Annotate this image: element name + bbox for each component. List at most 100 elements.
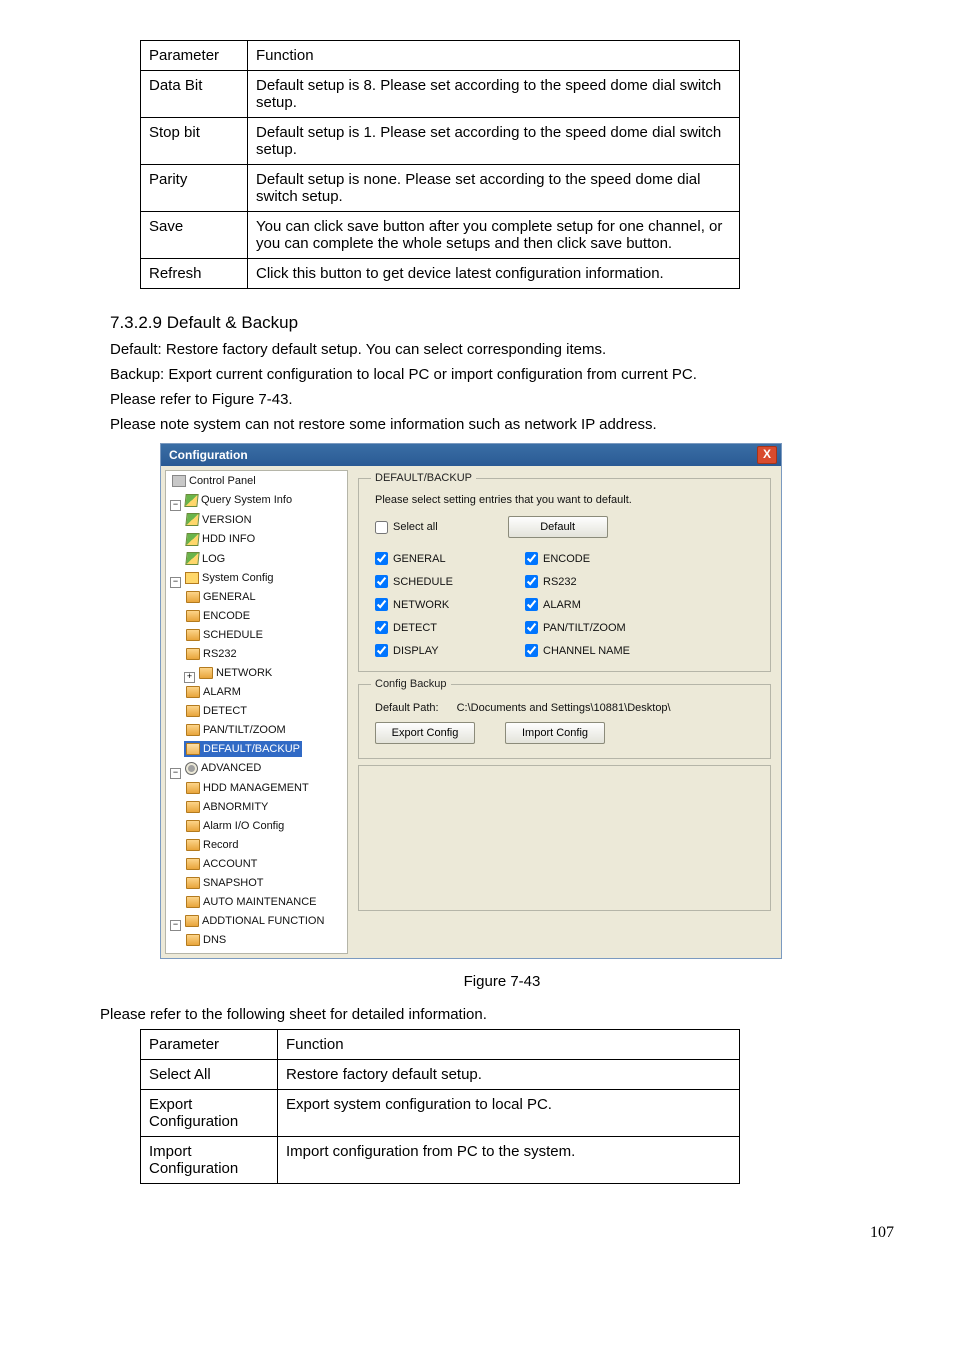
parameter-table-2: Parameter Function Select AllRestore fac… <box>140 1029 740 1184</box>
tree-snapshot[interactable]: SNAPSHOT <box>184 875 266 891</box>
default-button[interactable]: Default <box>508 516 608 538</box>
col-function: Function <box>248 41 740 71</box>
tree-dns[interactable]: DNS <box>184 932 228 948</box>
tree-hdd-management[interactable]: HDD MANAGEMENT <box>184 780 311 796</box>
close-button[interactable]: X <box>757 446 777 464</box>
default-backup-group: DEFAULT/BACKUP Please select setting ent… <box>358 472 771 672</box>
window-title: Configuration <box>169 448 248 462</box>
tree-record[interactable]: Record <box>184 837 240 853</box>
folder-open-icon <box>186 743 200 755</box>
section-heading: 7.3.2.9 Default & Backup <box>110 313 894 333</box>
window-titlebar: Configuration X <box>161 444 781 466</box>
configuration-window: Configuration X Control Panel −Query Sys… <box>160 443 782 959</box>
default-path-label: Default Path: <box>375 702 439 714</box>
folder-icon <box>186 877 200 889</box>
group-title: Config Backup <box>371 678 451 690</box>
tree-encode[interactable]: ENCODE <box>184 608 252 624</box>
tree-alarm[interactable]: ALARM <box>184 684 243 700</box>
tree-ptz[interactable]: PAN/TILT/ZOOM <box>184 722 288 738</box>
table-row: RefreshClick this button to get device l… <box>141 259 740 289</box>
check-detect[interactable]: DETECT <box>375 621 525 634</box>
table-row: Data BitDefault setup is 8. Please set a… <box>141 71 740 118</box>
folder-icon <box>186 648 200 660</box>
tree-detect[interactable]: DETECT <box>184 703 249 719</box>
folder-icon <box>186 610 200 622</box>
export-config-button[interactable]: Export Config <box>375 722 475 744</box>
folder-icon <box>186 820 200 832</box>
instruction-text: Please select setting entries that you w… <box>375 494 758 506</box>
tree-rs232[interactable]: RS232 <box>184 646 239 662</box>
tree-general[interactable]: GENERAL <box>184 589 258 605</box>
tree-hdd-info[interactable]: HDD INFO <box>184 531 257 547</box>
import-config-button[interactable]: Import Config <box>505 722 605 744</box>
check-general[interactable]: GENERAL <box>375 552 525 565</box>
config-backup-group: Config Backup Default Path: C:\Documents… <box>358 678 771 759</box>
folder-icon <box>186 801 200 813</box>
pencil-icon <box>185 552 199 565</box>
table-row: Stop bitDefault setup is 1. Please set a… <box>141 118 740 165</box>
folder-icon <box>186 896 200 908</box>
table-row: SaveYou can click save button after you … <box>141 212 740 259</box>
folder-icon <box>186 724 200 736</box>
folder-icon <box>186 591 200 603</box>
tree-additional-function[interactable]: ADDTIONAL FUNCTION <box>183 913 326 929</box>
folder-icon <box>185 915 199 927</box>
navigation-tree: Control Panel −Query System Info VERSION… <box>165 470 348 954</box>
tree-default-backup[interactable]: DEFAULT/BACKUP <box>184 741 302 757</box>
expand-icon[interactable]: − <box>170 768 181 779</box>
tree-control-panel[interactable]: Control Panel <box>170 473 258 489</box>
empty-group <box>358 765 771 911</box>
body-text: Backup: Export current configuration to … <box>110 364 894 385</box>
parameter-table-1: Parameter Function Data BitDefault setup… <box>140 40 740 289</box>
check-rs232[interactable]: RS232 <box>525 575 705 588</box>
tree-system-config[interactable]: System Config <box>183 570 276 586</box>
check-encode[interactable]: ENCODE <box>525 552 705 565</box>
pencil-icon <box>185 513 199 526</box>
gear-icon <box>185 762 198 775</box>
select-all-input[interactable] <box>375 521 388 534</box>
tree-alarm-io-config[interactable]: Alarm I/O Config <box>184 818 286 834</box>
body-text: Please note system can not restore some … <box>110 414 894 435</box>
col-function: Function <box>278 1029 740 1059</box>
table-row: Export ConfigurationExport system config… <box>141 1089 740 1136</box>
tree-version[interactable]: VERSION <box>184 512 254 528</box>
content-pane: DEFAULT/BACKUP Please select setting ent… <box>352 466 781 958</box>
select-all-checkbox[interactable]: Select all <box>375 521 438 534</box>
check-network[interactable]: NETWORK <box>375 598 525 611</box>
expand-icon[interactable]: − <box>170 577 181 588</box>
expand-icon[interactable]: + <box>184 672 195 683</box>
folder-icon <box>199 667 213 679</box>
group-title: DEFAULT/BACKUP <box>371 472 476 484</box>
folder-icon <box>186 686 200 698</box>
panel-icon <box>172 475 186 487</box>
tree-query-system-info[interactable]: Query System Info <box>183 492 294 508</box>
tree-account[interactable]: ACCOUNT <box>184 856 259 872</box>
check-display[interactable]: DISPLAY <box>375 644 525 657</box>
body-text: Please refer to the following sheet for … <box>100 1004 894 1025</box>
tree-advanced[interactable]: ADVANCED <box>183 760 263 776</box>
body-text: Please refer to Figure 7-43. <box>110 389 894 410</box>
tree-log[interactable]: LOG <box>184 551 227 567</box>
table-row: Import ConfigurationImport configuration… <box>141 1136 740 1183</box>
folder-icon <box>186 858 200 870</box>
folder-icon <box>186 705 200 717</box>
folder-icon <box>186 629 200 641</box>
folder-icon <box>186 934 200 946</box>
tree-schedule[interactable]: SCHEDULE <box>184 627 265 643</box>
check-alarm[interactable]: ALARM <box>525 598 705 611</box>
default-path-value: C:\Documents and Settings\10881\Desktop\ <box>457 702 671 714</box>
figure-caption: Figure 7-43 <box>110 973 894 990</box>
check-schedule[interactable]: SCHEDULE <box>375 575 525 588</box>
expand-icon[interactable]: − <box>170 500 181 511</box>
body-text: Default: Restore factory default setup. … <box>110 339 894 360</box>
check-channel-name[interactable]: CHANNEL NAME <box>525 644 705 657</box>
table-row: ParityDefault setup is none. Please set … <box>141 165 740 212</box>
expand-icon[interactable]: − <box>170 920 181 931</box>
tree-auto-maintenance[interactable]: AUTO MAINTENANCE <box>184 894 318 910</box>
folder-icon <box>186 782 200 794</box>
check-ptz[interactable]: PAN/TILT/ZOOM <box>525 621 705 634</box>
system-icon <box>185 572 199 584</box>
folder-icon <box>186 839 200 851</box>
tree-abnormity[interactable]: ABNORMITY <box>184 799 270 815</box>
tree-network[interactable]: NETWORK <box>197 665 274 681</box>
